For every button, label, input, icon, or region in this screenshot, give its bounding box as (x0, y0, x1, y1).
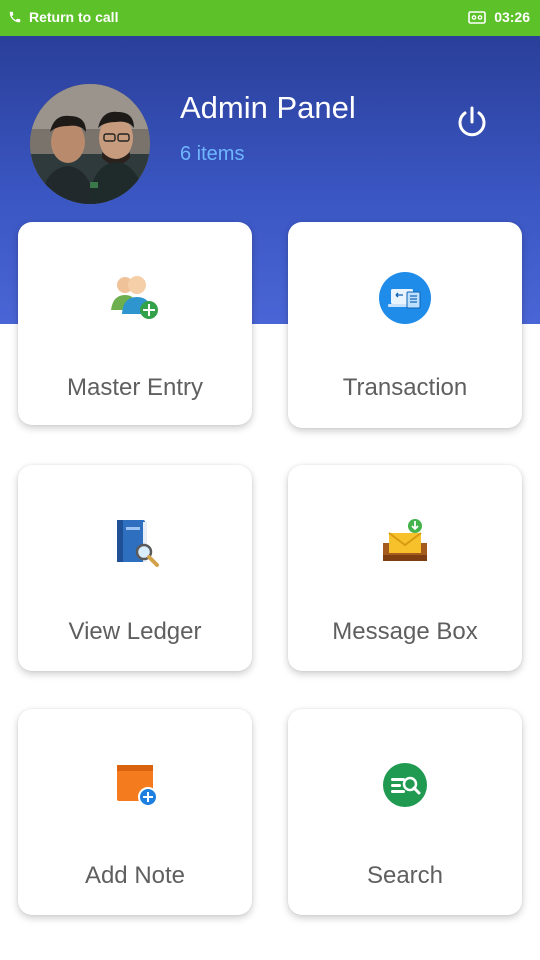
add-user-icon (111, 276, 158, 319)
status-bar: Return to call 03:26 (0, 0, 540, 36)
power-button[interactable] (452, 102, 492, 142)
tile-add-note[interactable]: Add Note (18, 709, 252, 915)
avatar[interactable] (30, 84, 150, 204)
ledger-book-icon (117, 520, 159, 567)
profile-photo (30, 84, 150, 204)
power-icon (458, 106, 486, 137)
phone-icon (9, 11, 21, 23)
item-count: 6 items (180, 143, 245, 165)
tile-search[interactable]: Search (288, 709, 522, 915)
message-inbox-icon (383, 519, 427, 561)
tile-label: Transaction (342, 374, 468, 401)
tile-master-entry[interactable]: Master Entry (18, 222, 252, 425)
tile-label: Add Note (84, 862, 186, 889)
transaction-icon (379, 272, 431, 324)
return-to-call[interactable]: Return to call (8, 9, 118, 25)
tile-label: Message Box (332, 618, 478, 645)
tile-label: Master Entry (66, 374, 204, 401)
add-note-icon (117, 765, 158, 807)
search-icon (383, 763, 427, 807)
call-text: Return to call (29, 9, 119, 25)
tile-view-ledger[interactable]: View Ledger (18, 465, 252, 671)
tile-message-box[interactable]: Message Box (288, 465, 522, 671)
tile-label: View Ledger (68, 618, 202, 645)
status-right: 03:26 (468, 9, 530, 25)
tile-transaction[interactable]: Transaction (288, 222, 522, 428)
status-time: 03:26 (494, 9, 530, 25)
tile-label: Search (366, 862, 444, 889)
voicemail-icon (468, 10, 486, 24)
page-title: Admin Panel (180, 90, 356, 125)
